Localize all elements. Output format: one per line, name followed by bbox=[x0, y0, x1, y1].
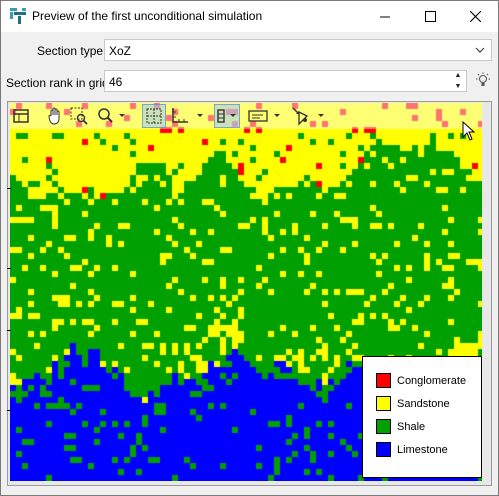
ruler-icon bbox=[172, 108, 203, 123]
legend-swatch bbox=[376, 419, 391, 434]
label-icon bbox=[248, 110, 280, 122]
legend-label: Limestone bbox=[397, 444, 448, 456]
spin-down-icon[interactable]: ▼ bbox=[449, 81, 467, 92]
toolbar-label-button[interactable] bbox=[246, 104, 284, 128]
maximize-icon bbox=[424, 11, 436, 22]
section-rank-input[interactable]: 46 bbox=[104, 70, 467, 92]
axis-tick bbox=[7, 268, 11, 269]
toolbar-layers-button[interactable] bbox=[214, 104, 240, 128]
section-rank-label: Section rank in grid bbox=[6, 76, 109, 90]
app-icon bbox=[10, 8, 26, 24]
pan-hand-icon bbox=[48, 107, 60, 125]
toolbar-export-button[interactable] bbox=[290, 104, 328, 128]
window-icon bbox=[13, 109, 29, 123]
title-bar: Preview of the first unconditional simul… bbox=[1, 1, 498, 32]
window-title: Preview of the first unconditional simul… bbox=[32, 9, 263, 23]
section-type-select[interactable]: XoZ bbox=[104, 39, 492, 61]
close-button[interactable] bbox=[452, 1, 498, 32]
zoom-icon bbox=[98, 108, 125, 123]
maximize-button[interactable] bbox=[407, 1, 453, 32]
plot-toolbar bbox=[8, 103, 470, 129]
section-type-value: XoZ bbox=[109, 44, 132, 58]
legend-label: Sandstone bbox=[397, 398, 450, 410]
legend-label: Conglomerate bbox=[397, 375, 467, 387]
grid-icon bbox=[146, 108, 162, 124]
axis-tick bbox=[7, 410, 11, 411]
mouse-cursor-icon bbox=[462, 121, 476, 141]
section-rank-value: 46 bbox=[109, 75, 123, 89]
toolbar-pan-button[interactable] bbox=[44, 104, 66, 128]
toolbar-grid-button[interactable] bbox=[142, 104, 166, 128]
toolbar-ruler-button[interactable] bbox=[170, 104, 206, 128]
close-icon bbox=[469, 11, 481, 22]
chevron-down-icon bbox=[475, 47, 485, 53]
toolbar-zoom-button[interactable] bbox=[96, 104, 128, 128]
axis-tick bbox=[7, 330, 11, 331]
lightbulb-icon[interactable] bbox=[475, 72, 491, 90]
section-type-label: Section type bbox=[37, 44, 104, 58]
layers-icon bbox=[217, 109, 236, 123]
axis-tick bbox=[7, 188, 11, 189]
legend-swatch bbox=[376, 373, 391, 388]
section-rank-stepper[interactable]: ▲ ▼ bbox=[449, 70, 467, 92]
minimize-button[interactable] bbox=[362, 1, 408, 32]
export-icon bbox=[292, 107, 324, 126]
minimize-icon bbox=[380, 16, 390, 17]
facies-legend: Conglomerate Sandstone Shale Limestone bbox=[362, 356, 482, 478]
toolbar-window-button[interactable] bbox=[10, 104, 32, 128]
legend-label: Shale bbox=[397, 421, 426, 433]
legend-swatch bbox=[376, 396, 391, 411]
toolbar-zoom-box-button[interactable] bbox=[68, 104, 90, 128]
spin-up-icon[interactable]: ▲ bbox=[449, 70, 467, 81]
legend-swatch bbox=[376, 442, 391, 457]
zoom-box-icon bbox=[70, 107, 88, 125]
